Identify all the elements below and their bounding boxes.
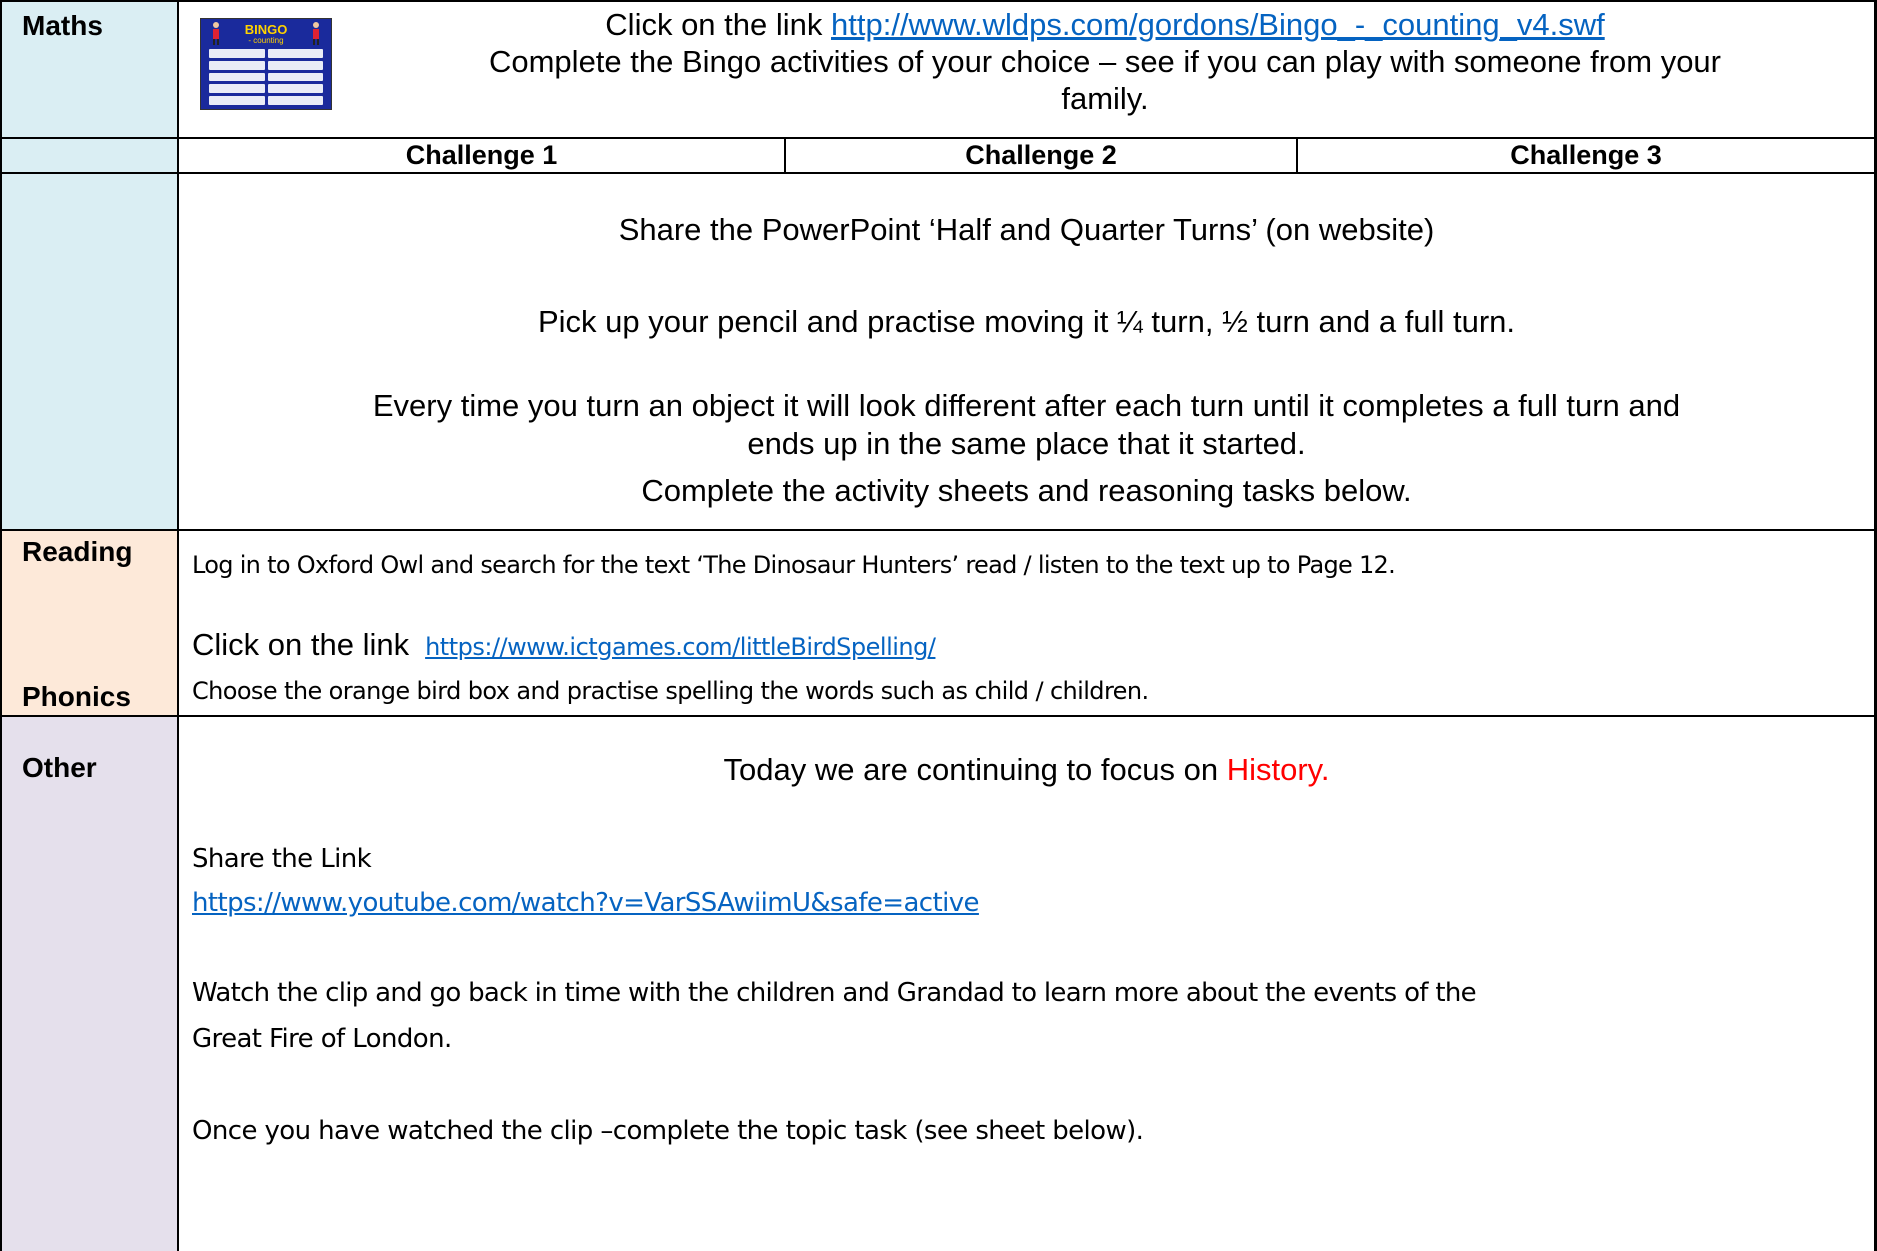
other-label: Other [22, 752, 97, 783]
border-top [0, 0, 1877, 2]
youtube-link[interactable]: https://www.youtube.com/watch?v=VarSSAwi… [192, 888, 980, 918]
challenge-1-header: Challenge 1 [405, 140, 558, 170]
maths-para-1: Share the PowerPoint ‘Half and Quarter T… [618, 212, 1435, 247]
maths-para-2: Pick up your pencil and practise moving … [537, 304, 1515, 339]
other-focus-line: Today we are continuing to focus on Hist… [723, 752, 1330, 787]
challenge-3-header: Challenge 3 [1510, 140, 1662, 170]
bingo-link[interactable]: http://www.wldps.com/gordons/Bingo_-_cou… [831, 7, 1605, 42]
maths-intro-line3: family. [1061, 81, 1149, 116]
watch-line-1: Watch the clip and go back in time with … [192, 978, 1477, 1008]
reading-body: Log in to Oxford Owl and search for the … [192, 531, 1872, 715]
border-left [0, 0, 2, 1251]
reading-label: Reading [22, 536, 133, 567]
reading-link-line: Click on the link https://www.ictgames.c… [192, 627, 936, 662]
maths-intro-line1: Click on the link http://www.wldps.com/g… [605, 7, 1605, 42]
maths-label-cell [0, 0, 178, 530]
reading-line-1: Log in to Oxford Owl and search for the … [192, 551, 1396, 579]
task-line: Once you have watched the clip –complete… [192, 1116, 1144, 1146]
share-link-label: Share the Link [192, 844, 372, 874]
row-divider-4 [0, 715, 1877, 717]
maths-intro: Click on the link http://www.wldps.com/g… [340, 6, 1870, 117]
little-bird-spelling-link[interactable]: https://www.ictgames.com/littleBirdSpell… [425, 633, 936, 661]
figure-icon [313, 22, 319, 45]
watch-line-2: Great Fire of London. [192, 1024, 452, 1054]
history-subject: History. [1226, 752, 1330, 787]
maths-para-3-line2: ends up in the same place that it starte… [747, 426, 1306, 461]
maths-intro-line2: Complete the Bingo activities of your ch… [488, 44, 1721, 79]
maths-label: Maths [22, 10, 103, 41]
maths-para-3-line1: Every time you turn an object it will lo… [372, 388, 1681, 423]
reading-line-3: Choose the orange bird box and practise … [192, 677, 1149, 705]
maths-para-4: Complete the activity sheets and reasoni… [641, 473, 1412, 508]
phonics-label: Phonics [22, 681, 131, 712]
other-body: Share the Link https://www.youtube.com/w… [192, 820, 1872, 1240]
challenge-2-header: Challenge 2 [965, 140, 1117, 170]
maths-body: Share the PowerPoint ‘Half and Quarter T… [179, 174, 1874, 529]
bingo-card-grid [209, 49, 323, 105]
bingo-thumbnail-image[interactable]: BINGO - counting [200, 18, 332, 110]
other-label-cell [0, 716, 178, 1251]
